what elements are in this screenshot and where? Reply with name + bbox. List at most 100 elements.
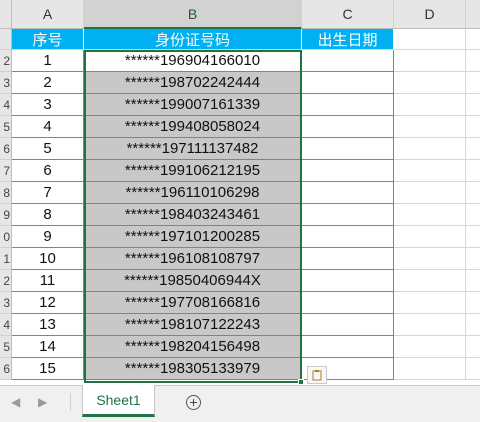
seq-cell[interactable]: 14	[12, 336, 84, 358]
empty-cell[interactable]	[394, 248, 466, 270]
seq-cell[interactable]: 5	[12, 138, 84, 160]
birthdate-cell[interactable]	[302, 314, 394, 336]
id-number-cell[interactable]: ******196108108797	[84, 248, 302, 270]
seq-cell[interactable]: 15	[12, 358, 84, 380]
empty-cell[interactable]	[466, 292, 480, 314]
id-number-cell[interactable]: ******197101200285	[84, 226, 302, 248]
empty-cell[interactable]	[394, 292, 466, 314]
empty-cell[interactable]	[394, 29, 466, 50]
empty-cell[interactable]	[466, 204, 480, 226]
id-number-cell[interactable]: ******199007161339	[84, 94, 302, 116]
id-number-cell[interactable]: ******196110106298	[84, 182, 302, 204]
row-header[interactable]: 0	[0, 226, 12, 248]
empty-cell[interactable]	[466, 160, 480, 182]
header-cell-id[interactable]: 身份证号码	[84, 29, 302, 50]
column-header-c[interactable]: C	[302, 0, 394, 29]
seq-cell[interactable]: 10	[12, 248, 84, 270]
birthdate-cell[interactable]	[302, 160, 394, 182]
empty-cell[interactable]	[466, 116, 480, 138]
empty-cell[interactable]	[394, 182, 466, 204]
seq-cell[interactable]: 12	[12, 292, 84, 314]
row-header[interactable]	[0, 29, 12, 50]
empty-cell[interactable]	[466, 182, 480, 204]
birthdate-cell[interactable]	[302, 248, 394, 270]
empty-cell[interactable]	[466, 358, 480, 380]
row-header[interactable]: 4	[0, 94, 12, 116]
empty-cell[interactable]	[466, 314, 480, 336]
seq-cell[interactable]: 7	[12, 182, 84, 204]
birthdate-cell[interactable]	[302, 138, 394, 160]
scroll-tabs-left-icon[interactable]: ◀	[11, 395, 20, 409]
id-number-cell[interactable]: ******19850406944X	[84, 270, 302, 292]
row-header[interactable]: 4	[0, 314, 12, 336]
id-number-cell[interactable]: ******198702242444	[84, 72, 302, 94]
empty-cell[interactable]	[394, 116, 466, 138]
empty-cell[interactable]	[394, 72, 466, 94]
empty-cell[interactable]	[394, 50, 466, 72]
empty-cell[interactable]	[466, 72, 480, 94]
row-header[interactable]: 3	[0, 292, 12, 314]
row-header[interactable]: 3	[0, 72, 12, 94]
seq-cell[interactable]: 9	[12, 226, 84, 248]
seq-cell[interactable]: 2	[12, 72, 84, 94]
id-number-cell[interactable]: ******197111137482	[84, 138, 302, 160]
row-header[interactable]: 2	[0, 270, 12, 292]
add-sheet-icon[interactable]: +	[186, 395, 201, 410]
birthdate-cell[interactable]	[302, 116, 394, 138]
empty-cell[interactable]	[394, 270, 466, 292]
birthdate-cell[interactable]	[302, 182, 394, 204]
id-number-cell[interactable]: ******198107122243	[84, 314, 302, 336]
row-header[interactable]: 2	[0, 50, 12, 72]
empty-cell[interactable]	[394, 358, 466, 380]
column-header-e[interactable]	[466, 0, 480, 29]
id-number-cell[interactable]: ******199408058024	[84, 116, 302, 138]
empty-cell[interactable]	[394, 160, 466, 182]
row-header[interactable]: 5	[0, 116, 12, 138]
seq-cell[interactable]: 6	[12, 160, 84, 182]
row-header[interactable]: 8	[0, 182, 12, 204]
birthdate-cell[interactable]	[302, 72, 394, 94]
id-number-cell[interactable]: ******198403243461	[84, 204, 302, 226]
row-header[interactable]: 9	[0, 204, 12, 226]
column-header-a[interactable]: A	[12, 0, 84, 29]
header-cell-seq[interactable]: 序号	[12, 29, 84, 50]
seq-cell[interactable]: 11	[12, 270, 84, 292]
row-header[interactable]: 6	[0, 358, 12, 380]
birthdate-cell[interactable]	[302, 94, 394, 116]
empty-cell[interactable]	[466, 226, 480, 248]
id-number-cell[interactable]: ******198204156498	[84, 336, 302, 358]
empty-cell[interactable]	[394, 138, 466, 160]
id-number-cell[interactable]: ******197708166816	[84, 292, 302, 314]
id-number-cell[interactable]: ******199106212195	[84, 160, 302, 182]
empty-cell[interactable]	[466, 138, 480, 160]
row-header[interactable]: 5	[0, 336, 12, 358]
column-header-d[interactable]: D	[394, 0, 466, 29]
worksheet-grid[interactable]: A B C D 序号 身份证号码 出生日期 2 1 ******1969041660…	[0, 0, 480, 385]
empty-cell[interactable]	[466, 270, 480, 292]
empty-cell[interactable]	[394, 94, 466, 116]
birthdate-cell[interactable]	[302, 204, 394, 226]
birthdate-cell[interactable]	[302, 270, 394, 292]
empty-cell[interactable]	[394, 336, 466, 358]
column-header-b[interactable]: B	[84, 0, 302, 29]
paste-options-icon[interactable]	[307, 366, 327, 384]
seq-cell[interactable]: 13	[12, 314, 84, 336]
id-number-cell[interactable]: ******198305133979	[84, 358, 302, 380]
empty-cell[interactable]	[466, 94, 480, 116]
select-all-corner[interactable]	[0, 0, 12, 29]
seq-cell[interactable]: 3	[12, 94, 84, 116]
empty-cell[interactable]	[394, 314, 466, 336]
empty-cell[interactable]	[466, 336, 480, 358]
row-header[interactable]: 1	[0, 248, 12, 270]
birthdate-cell[interactable]	[302, 336, 394, 358]
header-cell-birthdate[interactable]: 出生日期	[302, 29, 394, 50]
row-header[interactable]: 7	[0, 160, 12, 182]
seq-cell[interactable]: 4	[12, 116, 84, 138]
empty-cell[interactable]	[466, 50, 480, 72]
empty-cell[interactable]	[394, 226, 466, 248]
id-number-cell[interactable]: ******196904166010	[84, 50, 302, 72]
scroll-tabs-right-icon[interactable]: ▶	[38, 395, 47, 409]
birthdate-cell[interactable]	[302, 50, 394, 72]
seq-cell[interactable]: 8	[12, 204, 84, 226]
sheet-tab-sheet1[interactable]: Sheet1	[82, 385, 155, 417]
